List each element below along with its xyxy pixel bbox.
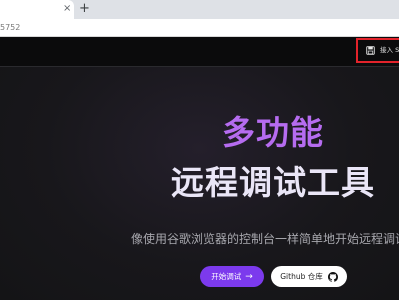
arrow-right-icon: → bbox=[245, 271, 253, 282]
github-repo-button[interactable]: Github 仓库 bbox=[271, 266, 347, 287]
hero-title-line1: 多功能 bbox=[222, 113, 324, 152]
plus-icon[interactable]: + bbox=[79, 1, 90, 17]
hero-title-line2: 远程调试工具 bbox=[171, 163, 375, 202]
hero-subtitle: 像使用谷歌浏览器的控制台一样简单地开始远程调试 bbox=[131, 232, 399, 246]
login-button[interactable]: 接入 S bbox=[356, 38, 399, 63]
address-text[interactable]: 5752 bbox=[0, 22, 20, 33]
browser-tab[interactable]: × bbox=[0, 0, 74, 19]
login-label: 接入 S bbox=[380, 46, 399, 54]
address-bar[interactable]: 5752 bbox=[0, 19, 399, 37]
github-icon bbox=[327, 271, 338, 282]
start-debug-label: 开始调试 bbox=[211, 271, 242, 281]
site-header bbox=[0, 37, 399, 67]
github-repo-label: Github 仓库 bbox=[280, 271, 323, 281]
save-icon bbox=[366, 46, 375, 55]
close-icon[interactable]: × bbox=[63, 3, 71, 15]
start-debug-button[interactable]: 开始调试 → bbox=[200, 266, 264, 287]
browser-tab-strip: × + bbox=[0, 0, 399, 19]
